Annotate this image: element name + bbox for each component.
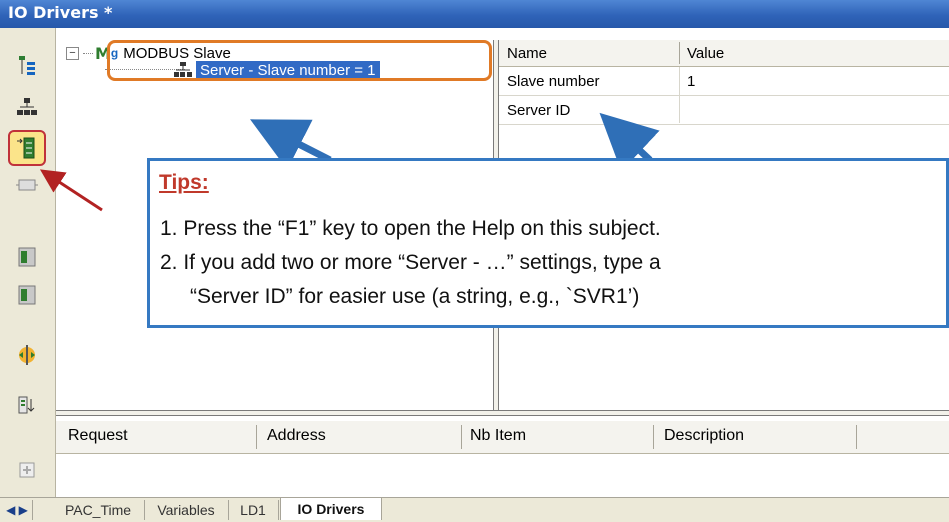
tips-callout: Tips: 1. Press the “F1” key to open the … — [147, 158, 949, 328]
arrow-to-server-node — [250, 119, 332, 170]
tips-line-2: 2. If you add two or more “Server - …” s… — [160, 251, 661, 274]
tips-title: Tips: — [159, 171, 209, 194]
tips-line-3: “Server ID” for easier use (a string, e.… — [190, 285, 640, 308]
tips-line-1: 1. Press the “F1” key to open the Help o… — [160, 217, 661, 240]
arrow-to-server-id — [599, 112, 660, 172]
arrow-to-toolbar-button — [39, 169, 103, 212]
